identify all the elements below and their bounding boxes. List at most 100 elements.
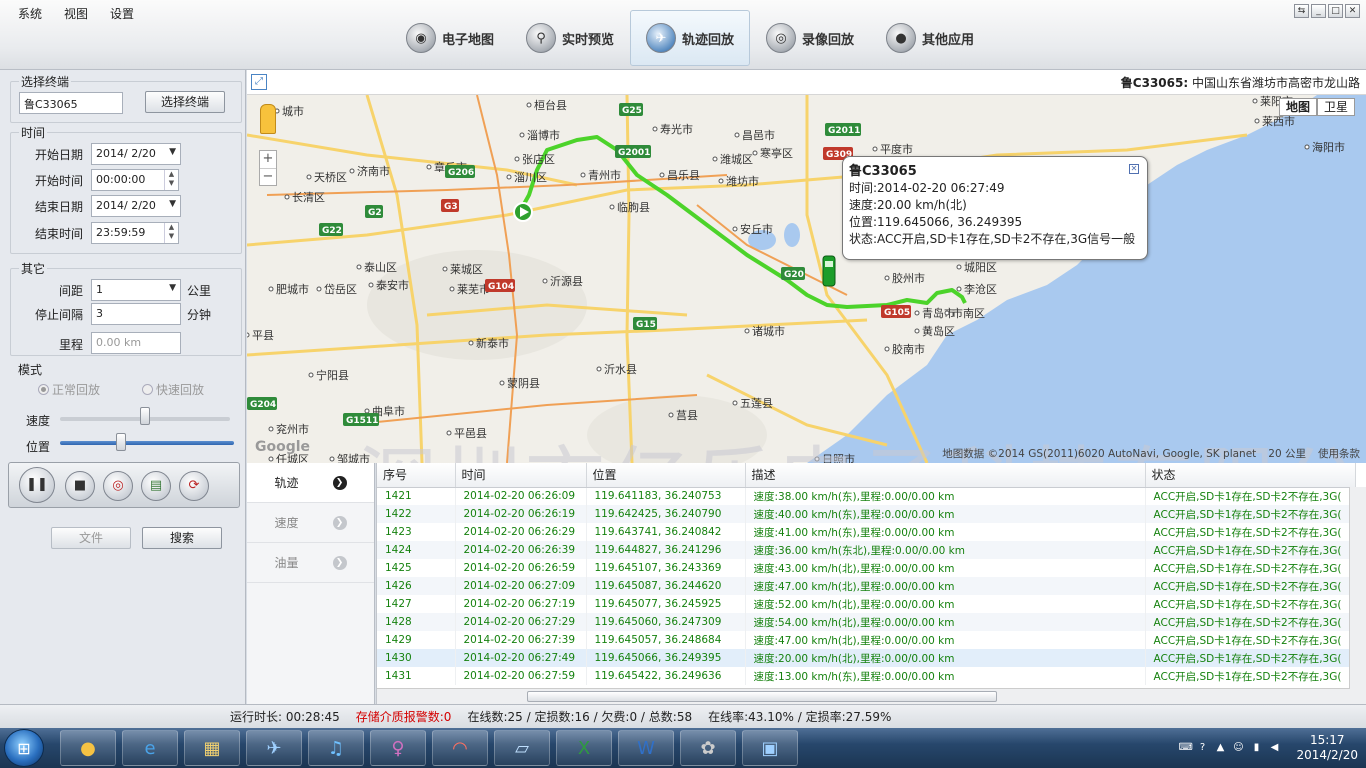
table-row[interactable]: 1423 2014-02-20 06:26:29 119.643741, 36.24…: [377, 523, 1356, 541]
tab-video-playback[interactable]: ◎ 录像回放: [750, 10, 870, 66]
export-button[interactable]: ▤: [141, 471, 171, 501]
tab-track[interactable]: 轨迹 ❯: [247, 463, 374, 503]
zoom-out-icon[interactable]: −: [260, 168, 276, 185]
zoom-in-icon[interactable]: +: [260, 151, 276, 168]
end-time-field[interactable]: 23:59:59 ▲ ▼: [91, 222, 179, 244]
word-icon[interactable]: W: [618, 730, 674, 766]
menu-settings[interactable]: 设置: [110, 5, 134, 22]
tab-fuel[interactable]: 油量 ❯: [247, 543, 374, 583]
tab-electronic-map[interactable]: ◉ 电子地图: [390, 10, 510, 66]
cell-status: ACC开启,SD卡1存在,SD卡2不存在,3G(: [1145, 667, 1356, 685]
street-view-pegman-icon[interactable]: [260, 104, 276, 134]
city-dot: [609, 204, 615, 210]
column-header-position[interactable]: 位置: [586, 463, 746, 488]
road-shield-label: G104: [488, 282, 514, 292]
file-button[interactable]: 文件: [51, 527, 131, 549]
tab-track-playback[interactable]: ✈ 轨迹回放: [630, 10, 750, 66]
end-date-picker[interactable]: 2014/ 2/20 ▼: [91, 195, 181, 217]
bird-app-icon[interactable]: ✈: [246, 730, 302, 766]
column-header-time[interactable]: 时间: [455, 463, 587, 488]
select-terminal-button[interactable]: 选择终端: [145, 91, 225, 113]
table-row[interactable]: 1429 2014-02-20 06:27:39 119.645057, 36.24…: [377, 631, 1356, 649]
keyboard-icon[interactable]: ⌨: [1178, 742, 1192, 754]
clock-time: 15:17: [1309, 733, 1345, 747]
cell-time: 2014-02-20 06:27:19: [455, 595, 587, 613]
speed-slider-thumb[interactable]: [140, 407, 150, 425]
close-icon[interactable]: ✕: [1345, 4, 1360, 18]
search-button[interactable]: 搜索: [142, 527, 222, 549]
notepad-icon[interactable]: ▱: [494, 730, 550, 766]
map-terms-link[interactable]: 使用条款: [1318, 446, 1360, 461]
chevron-right-icon: ❯: [332, 475, 347, 490]
clear-button[interactable]: ⟳: [179, 471, 209, 501]
table-row[interactable]: 1427 2014-02-20 06:27:19 119.645077, 36.24…: [377, 595, 1356, 613]
map-view[interactable]: ⤢ 鲁C33065: 中国山东省潍坊市高密市龙山路 城市 桓台县 莱阳市 莱西市…: [247, 70, 1366, 463]
map-type-satellite-button[interactable]: 卫星: [1317, 98, 1355, 116]
column-header-index[interactable]: 序号: [377, 463, 456, 488]
other-group-title: 其它: [19, 260, 48, 277]
table-row[interactable]: 1424 2014-02-20 06:26:39 119.644827, 36.24…: [377, 541, 1356, 559]
menu-view[interactable]: 视图: [64, 5, 88, 22]
terminal-field[interactable]: 鲁C33065: [19, 92, 123, 114]
table-row[interactable]: 1421 2014-02-20 06:26:09 119.641183, 36.24…: [377, 487, 1356, 505]
interval-select[interactable]: 1 ▼: [91, 279, 181, 301]
cell-description: 速度:43.00 km/h(北),里程:0.00/0.00 km: [745, 559, 1146, 577]
stop-interval-field[interactable]: 3: [91, 303, 181, 325]
stop-button[interactable]: ■: [65, 471, 95, 501]
table-row[interactable]: 1425 2014-02-20 06:26:59 119.645107, 36.24…: [377, 559, 1356, 577]
tab-speed[interactable]: 速度 ❯: [247, 503, 374, 543]
volume-icon[interactable]: ◀: [1268, 742, 1280, 754]
picture-app-icon[interactable]: ▣: [742, 730, 798, 766]
city-label: 昌邑市: [742, 128, 775, 142]
close-icon[interactable]: ✕: [1129, 164, 1139, 174]
qq-icon[interactable]: ☺: [1232, 742, 1244, 754]
tab-other-apps[interactable]: ● 其他应用: [870, 10, 990, 66]
start-button[interactable]: ⊞: [4, 729, 44, 767]
minimize-icon[interactable]: _: [1311, 4, 1326, 18]
table-row[interactable]: 1422 2014-02-20 06:26:19 119.642425, 36.24…: [377, 505, 1356, 523]
spinner-icon[interactable]: ▲ ▼: [164, 223, 178, 243]
vertical-scrollbar[interactable]: [1349, 487, 1366, 704]
help-icon[interactable]: ?: [1196, 742, 1208, 754]
qq-music-icon[interactable]: ♫: [308, 730, 364, 766]
locate-button[interactable]: ◎: [103, 471, 133, 501]
cell-description: 速度:47.00 km/h(北),里程:0.00/0.00 km: [745, 631, 1146, 649]
start-date-picker[interactable]: 2014/ 2/20 ▼: [91, 143, 181, 165]
road-shield: G2: [365, 205, 383, 218]
show-hidden-icons[interactable]: ▲: [1214, 742, 1226, 754]
menu-bar: 系统 视图 设置: [18, 5, 134, 22]
column-header-description[interactable]: 描述: [745, 463, 1146, 488]
rainbow-app-icon[interactable]: ◠: [432, 730, 488, 766]
ball-app-icon[interactable]: ✿: [680, 730, 736, 766]
ie-browser-icon[interactable]: e: [122, 730, 178, 766]
horizontal-scroll-thumb[interactable]: [527, 691, 997, 702]
maximize-icon[interactable]: □: [1328, 4, 1343, 18]
tab-realtime-preview[interactable]: ⚲ 实时预览: [510, 10, 630, 66]
pause-button[interactable]: ❚❚: [19, 467, 55, 503]
road-shield: G105: [881, 305, 911, 318]
position-slider[interactable]: [60, 441, 234, 445]
system-clock[interactable]: 15:17 2014/2/20: [1296, 733, 1358, 763]
balloons-app-icon[interactable]: ●: [60, 730, 116, 766]
expand-icon[interactable]: ⤢: [251, 74, 267, 90]
column-header-status[interactable]: 状态: [1145, 463, 1356, 488]
table-row[interactable]: 1430 2014-02-20 06:27:49 119.645066, 36.24…: [377, 649, 1356, 667]
map-type-map-button[interactable]: 地图: [1279, 98, 1317, 116]
position-slider-thumb[interactable]: [115, 433, 126, 451]
horizontal-scrollbar[interactable]: [377, 688, 1350, 704]
file-explorer-icon[interactable]: ▦: [184, 730, 240, 766]
excel-icon[interactable]: X: [556, 730, 612, 766]
menu-system[interactable]: 系统: [18, 5, 42, 22]
network-icon[interactable]: ▮: [1250, 742, 1262, 754]
address-plate: 鲁C33065:: [1120, 76, 1189, 90]
table-row[interactable]: 1426 2014-02-20 06:27:09 119.645087, 36.24…: [377, 577, 1356, 595]
cell-time: 2014-02-20 06:26:59: [455, 559, 587, 577]
restore-icon[interactable]: ⇆: [1294, 4, 1309, 18]
table-row[interactable]: 1431 2014-02-20 06:27:59 119.645422, 36.24…: [377, 667, 1356, 685]
city-dot: [506, 174, 512, 180]
photo-viewer-icon[interactable]: ♀: [370, 730, 426, 766]
table-row[interactable]: 1428 2014-02-20 06:27:29 119.645060, 36.24…: [377, 613, 1356, 631]
start-time-field[interactable]: 00:00:00 ▲ ▼: [91, 169, 179, 191]
vehicle-marker-icon[interactable]: [822, 255, 836, 287]
spinner-icon[interactable]: ▲ ▼: [164, 170, 178, 190]
